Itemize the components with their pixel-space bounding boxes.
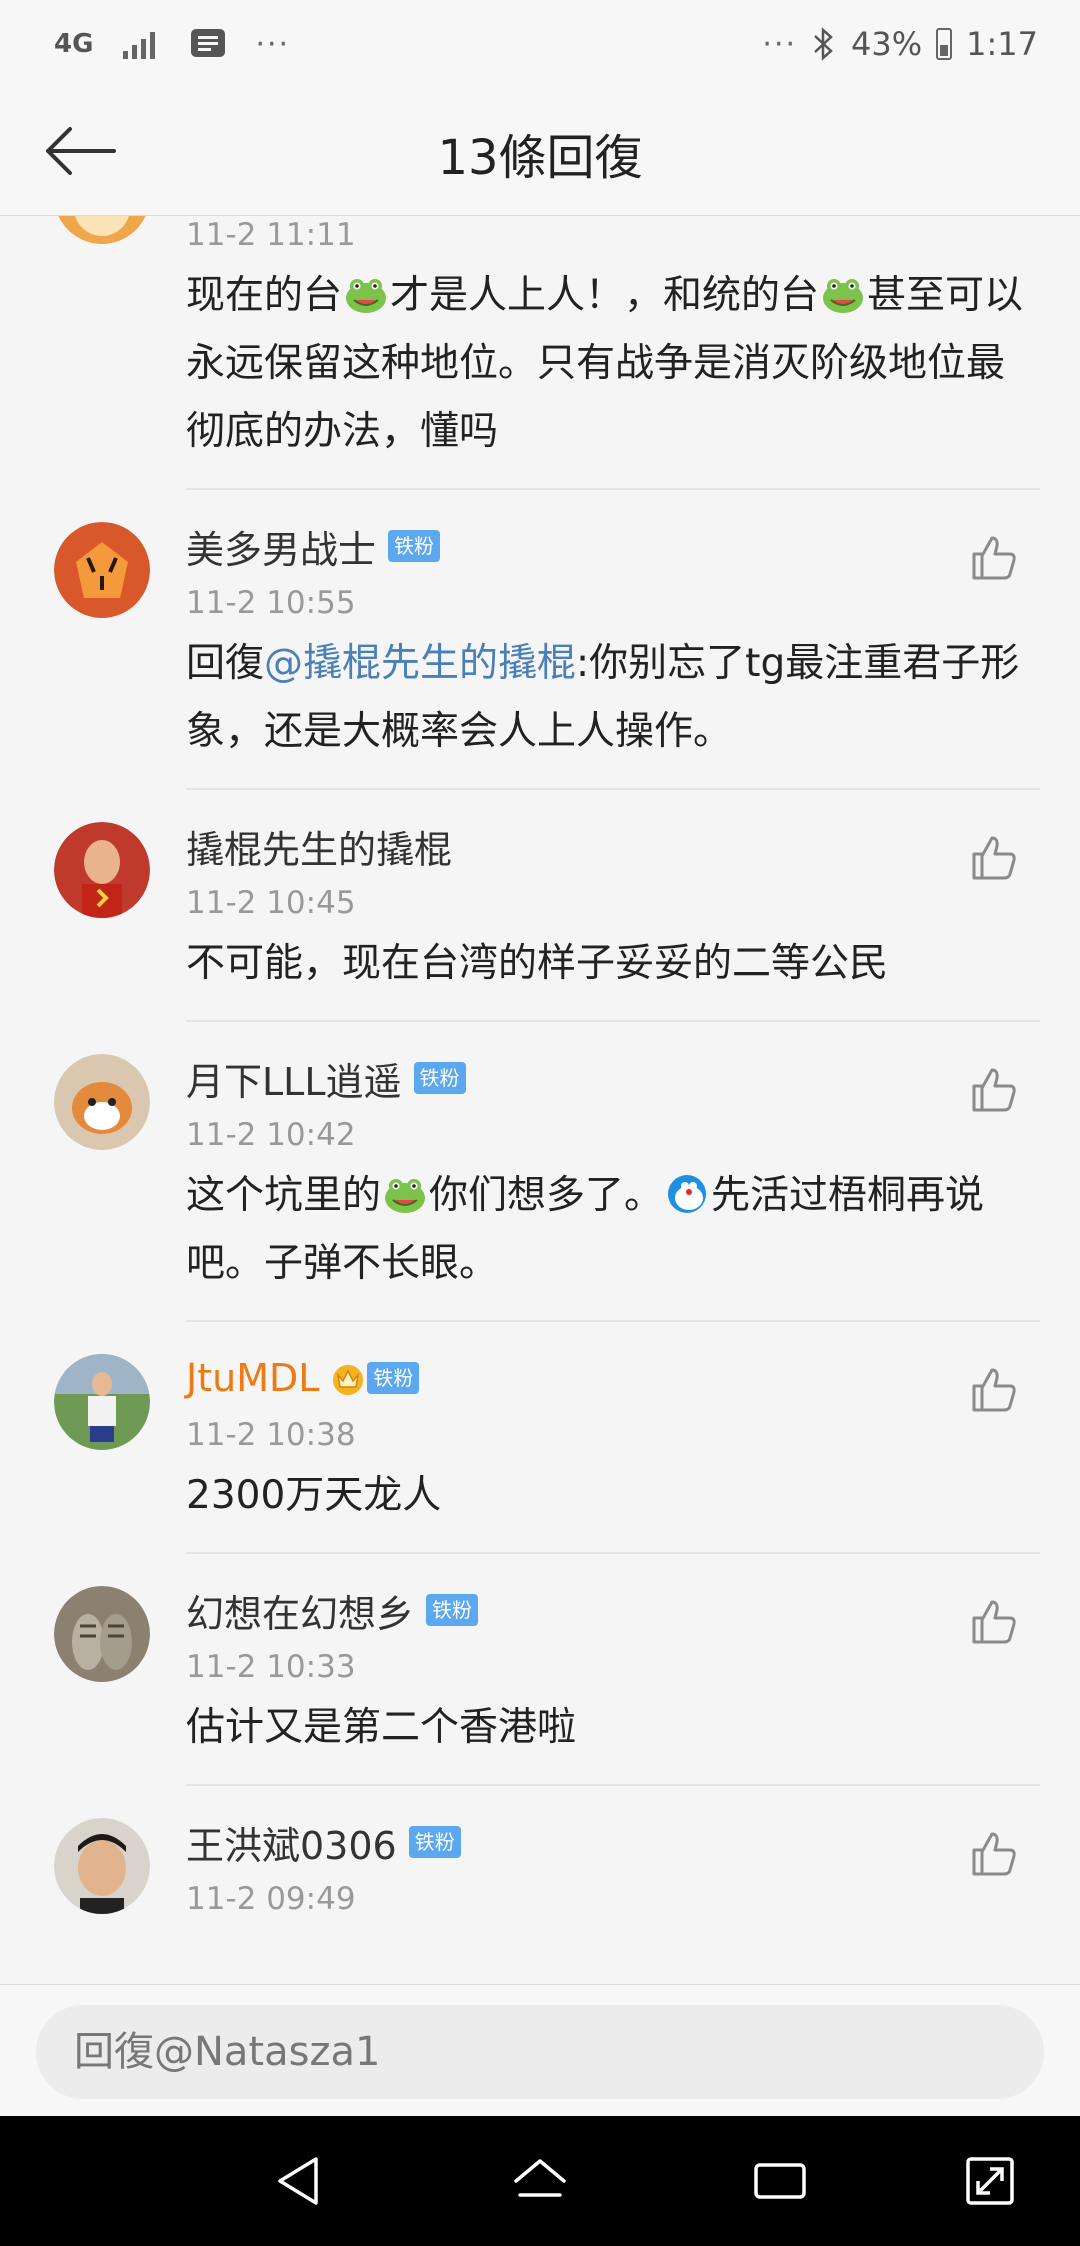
- fan-badge: 铁粉: [408, 1826, 461, 1858]
- comment-time: 11-2 09:49: [186, 1881, 356, 1917]
- comment-text: 估计又是第二个香港啦: [186, 1705, 577, 1750]
- network-type: 4G: [54, 29, 94, 59]
- comment-item: 美多男战士 铁粉 11-2 10:55 回復@撬棍先生的撬棍:你别忘了tg最注重…: [0, 490, 1080, 790]
- bluetooth-icon: [814, 27, 833, 61]
- username[interactable]: 王洪斌0306: [186, 1815, 397, 1870]
- back-nav-icon[interactable]: [270, 2151, 330, 2211]
- frog-emoji-icon: [346, 279, 387, 313]
- doraemon-emoji-icon: [668, 1175, 707, 1213]
- battery-icon: [936, 28, 953, 60]
- comment-text: 回復@撬棍先生的撬棍:你别忘了tg最注重君子形象，还是大概率会人上人操作。: [186, 641, 1020, 754]
- avatar[interactable]: [54, 1354, 150, 1450]
- comment-item: 月下LLL逍遥 铁粉 11-2 10:42 这个坑里的 你们想多了。 先活过梧桐再说…: [0, 1022, 1080, 1322]
- reply-input[interactable]: 回復@Natasza1: [36, 2005, 1044, 2099]
- avatar[interactable]: [54, 522, 150, 618]
- vip-crown-icon: [333, 1365, 364, 1395]
- comment-time: 11-2 10:55: [186, 585, 356, 621]
- avatar[interactable]: [54, 216, 150, 244]
- header: 13條回復: [0, 86, 1080, 216]
- comment-time: 11-2 11:11: [186, 217, 356, 253]
- like-icon[interactable]: [968, 532, 1020, 584]
- reply-bar: 回復@Natasza1: [0, 1984, 1080, 2116]
- comment-text: 2300万天龙人: [186, 1473, 442, 1518]
- comment-time: 11-2 10:42: [186, 1117, 356, 1153]
- like-icon[interactable]: [968, 1364, 1020, 1416]
- like-icon[interactable]: [968, 1064, 1020, 1116]
- comment-time: 11-2 10:33: [186, 1649, 356, 1685]
- like-icon[interactable]: [968, 832, 1020, 884]
- expand-nav-icon[interactable]: [960, 2151, 1020, 2211]
- comment-item: JtuMDL 铁粉 11-2 10:38 2300万天龙人: [0, 1322, 1080, 1554]
- comment-item: 王洪斌0306 铁粉 11-2 09:49: [0, 1786, 1080, 1926]
- battery-percent: 43%: [851, 25, 923, 63]
- avatar[interactable]: [54, 1054, 150, 1150]
- username[interactable]: 月下LLL逍遥: [186, 1051, 402, 1106]
- comment-item: 幻想在幻想乡 铁粉 11-2 10:33 估计又是第二个香港啦: [0, 1554, 1080, 1786]
- comment-list[interactable]: 11-2 11:11 现在的台 才是人上人！，和统的台 甚至可以永远保留这种地位。只…: [0, 216, 1080, 1984]
- comment-text: 现在的台 才是人上人！，和统的台 甚至可以永远保留这种地位。只有战争是消灭阶级地位最…: [186, 273, 1024, 454]
- fan-badge: 铁粉: [388, 530, 441, 562]
- mention-link[interactable]: @撬棍先生的撬棍: [264, 641, 576, 686]
- frog-emoji-icon: [823, 279, 864, 313]
- username[interactable]: 幻想在幻想乡: [186, 1583, 414, 1638]
- fan-badge: 铁粉: [367, 1362, 420, 1394]
- avatar[interactable]: [54, 1586, 150, 1682]
- avatar[interactable]: [54, 822, 150, 918]
- notification-overflow: ···: [255, 26, 291, 62]
- frog-emoji-icon: [385, 1179, 426, 1213]
- home-nav-icon[interactable]: [510, 2151, 570, 2211]
- comment-time: 11-2 10:38: [186, 1417, 356, 1453]
- recents-nav-icon[interactable]: [750, 2151, 810, 2211]
- username[interactable]: 撬棍先生的撬棍: [186, 819, 452, 874]
- system-nav-bar: [0, 2116, 1080, 2246]
- comment-text: 不可能，现在台湾的样子妥妥的二等公民: [186, 941, 889, 986]
- status-overflow: ···: [762, 26, 798, 62]
- comment-time: 11-2 10:45: [186, 885, 356, 921]
- like-icon[interactable]: [968, 1828, 1020, 1880]
- comment-text: 这个坑里的 你们想多了。 先活过梧桐再说吧。子弹不长眼。: [186, 1173, 985, 1286]
- comment-item: 撬棍先生的撬棍 11-2 10:45 不可能，现在台湾的样子妥妥的二等公民: [0, 790, 1080, 1022]
- message-icon: [191, 29, 226, 57]
- status-bar: 4G ··· ··· 43% 1:17: [0, 0, 1080, 86]
- like-icon[interactable]: [968, 1596, 1020, 1648]
- clock: 1:17: [966, 25, 1038, 63]
- page-title: 13條回復: [437, 130, 643, 186]
- comment-item: 11-2 11:11 现在的台 才是人上人！，和统的台 甚至可以永远保留这种地位。只…: [0, 216, 1080, 490]
- fan-badge: 铁粉: [426, 1594, 479, 1626]
- username[interactable]: JtuMDL: [186, 1356, 319, 1400]
- signal-icon: [123, 32, 156, 59]
- avatar[interactable]: [54, 1818, 150, 1914]
- fan-badge: 铁粉: [413, 1062, 466, 1094]
- username[interactable]: 美多男战士: [186, 519, 376, 574]
